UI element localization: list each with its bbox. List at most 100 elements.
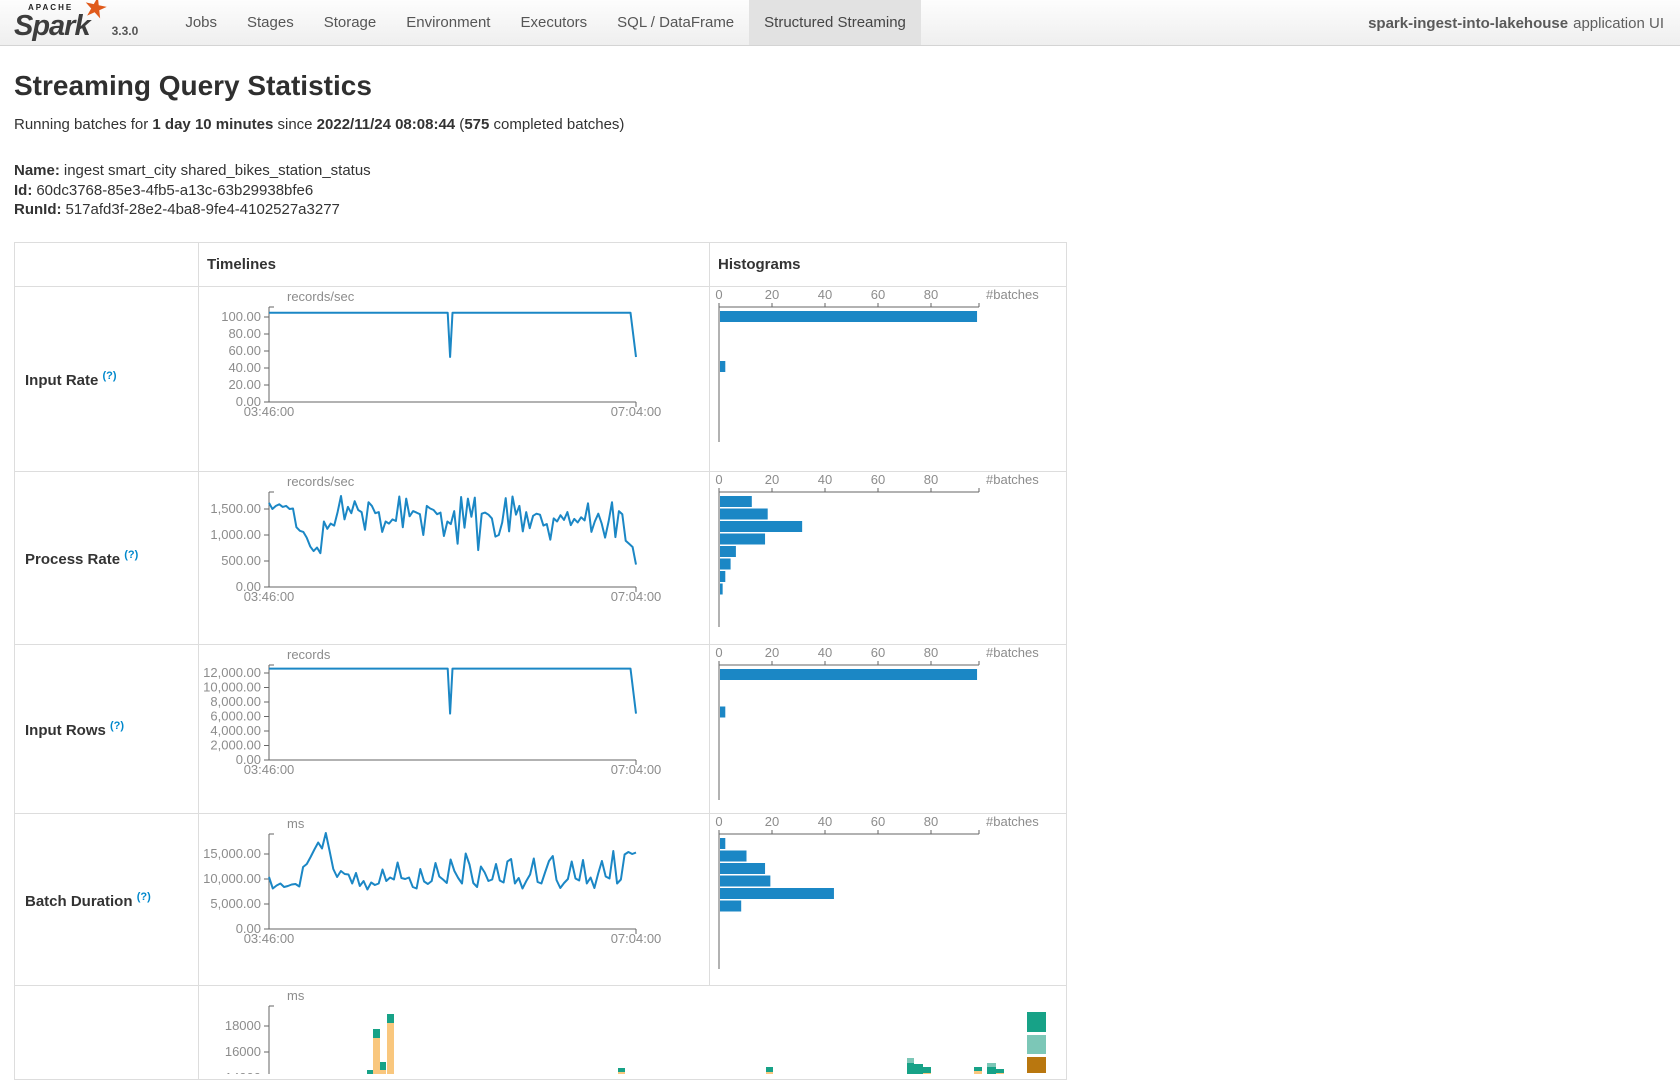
row-label-batch-duration: Batch Duration (?) <box>15 813 199 985</box>
svg-text:40.00: 40.00 <box>228 360 261 375</box>
row-label-input-rate: Input Rate (?) <box>15 286 199 471</box>
svg-text:03:46:00: 03:46:00 <box>244 931 295 946</box>
svg-text:0: 0 <box>715 645 722 660</box>
help-link-input-rate[interactable]: (?) <box>103 370 117 382</box>
tab-label[interactable]: Executors <box>505 0 602 45</box>
tab-storage[interactable]: Storage <box>309 0 392 45</box>
row-label-input-rows: Input Rows (?) <box>15 644 199 813</box>
tab-label[interactable]: Environment <box>391 0 505 45</box>
svg-text:1,500.00: 1,500.00 <box>210 501 261 516</box>
svg-text:80: 80 <box>924 814 938 829</box>
svg-text:500.00: 500.00 <box>221 553 261 568</box>
input-rows-histogram-chart: 020406080#batches <box>710 645 1065 808</box>
svg-text:15,000.00: 15,000.00 <box>203 846 261 861</box>
help-link-input-rows[interactable]: (?) <box>110 720 124 732</box>
stats-row-input-rate: Input Rate (?) records/sec 100.00 80.00 60.0… <box>15 286 1067 471</box>
tab-label[interactable]: SQL / DataFrame <box>602 0 749 45</box>
svg-text:14000: 14000 <box>225 1070 261 1074</box>
svg-text:20: 20 <box>765 645 779 660</box>
svg-text:#batches: #batches <box>986 472 1039 487</box>
input-rate-timeline-chart: records/sec100.0080.0060.0040.0020.000.0… <box>199 287 708 466</box>
input-rows-timeline-cell: records12,000.0010,000.008,000.006,000.0… <box>199 644 710 813</box>
tab-label[interactable]: Storage <box>309 0 392 45</box>
stats-row-batch-duration: Batch Duration (?)ms15,000.0010,000.005,… <box>15 813 1067 985</box>
tab-executors[interactable]: Executors <box>505 0 602 45</box>
help-link-batch-duration[interactable]: (?) <box>137 891 151 903</box>
tab-label[interactable]: Stages <box>232 0 309 45</box>
process-rate-timeline-chart: records/sec1,500.001,000.00500.000.0003:… <box>199 472 708 639</box>
header-timelines: Timelines <box>199 242 710 286</box>
svg-text:10,000.00: 10,000.00 <box>203 679 261 694</box>
top-navbar: APACHE Spark ★ 3.3.0 JobsStagesStorageEn… <box>0 0 1680 46</box>
svg-text:12,000.00: 12,000.00 <box>203 665 261 680</box>
svg-text:60: 60 <box>871 814 885 829</box>
tab-structured-streaming[interactable]: Structured Streaming <box>749 0 921 45</box>
svg-text:8,000.00: 8,000.00 <box>210 694 261 709</box>
svg-text:60: 60 <box>871 472 885 487</box>
svg-text:0: 0 <box>715 472 722 487</box>
svg-text:#batches: #batches <box>986 814 1039 829</box>
stats-row-process-rate: Process Rate (?)records/sec1,500.001,000… <box>15 471 1067 644</box>
svg-text:60: 60 <box>871 287 885 302</box>
svg-text:40: 40 <box>818 472 832 487</box>
svg-text:0: 0 <box>715 287 722 302</box>
svg-text:#batches: #batches <box>986 645 1039 660</box>
svg-text:#batches: #batches <box>986 287 1039 302</box>
process-rate-histogram-cell: 0 20 40 60 80 #batches <box>710 471 1067 644</box>
svg-text:80: 80 <box>924 472 938 487</box>
row-label-process-rate: Process Rate (?) <box>15 471 199 644</box>
name-label: Name: <box>14 162 60 179</box>
query-name-line: Name:ingest smart_city shared_bikes_stat… <box>14 161 1666 181</box>
svg-text:07:04:00: 07:04:00 <box>611 931 662 946</box>
batch-duration-timeline-chart: ms15,000.0010,000.005,000.000.0003:46:00… <box>199 814 708 980</box>
query-id-line: Id:60dc3768-85e3-4fb5-a13c-63b29938bfe6 <box>14 181 1666 201</box>
svg-text:16000: 16000 <box>225 1044 261 1059</box>
tab-label[interactable]: Jobs <box>170 0 232 45</box>
spark-label: Spark <box>14 12 90 41</box>
svg-text:80: 80 <box>924 287 938 302</box>
input-rate-histogram-cell: 0 20 40 60 80 #batches <box>710 286 1067 471</box>
batch-duration-timeline-cell: ms15,000.0010,000.005,000.000.0003:46:00… <box>199 813 710 985</box>
spark-logo[interactable]: APACHE Spark ★ 3.3.0 <box>0 0 152 45</box>
batch-duration-histogram-cell: 020406080#batches <box>710 813 1067 985</box>
running-suffix: completed batches) <box>489 116 624 133</box>
svg-text:100.00: 100.00 <box>221 309 261 324</box>
tab-stages[interactable]: Stages <box>232 0 309 45</box>
running-paren: ( <box>455 116 464 133</box>
spark-star-icon: ★ <box>80 0 110 24</box>
spark-wordmark: APACHE Spark ★ <box>14 4 90 41</box>
running-mid: since <box>273 116 316 133</box>
batch-duration-histogram-chart: 020406080#batches <box>710 814 1065 980</box>
stats-row-input-rows: Input Rows (?) records 12,000.0010,000.008… <box>15 644 1067 813</box>
svg-text:20: 20 <box>765 814 779 829</box>
query-runid-line: RunId:517afd3f-28e2-4ba8-9fe4-4102527a32… <box>14 200 1666 220</box>
svg-text:60.00: 60.00 <box>228 343 261 358</box>
tab-jobs[interactable]: Jobs <box>170 0 232 45</box>
nav-tabs: JobsStagesStorageEnvironmentExecutorsSQL… <box>170 0 921 45</box>
tab-label[interactable]: Structured Streaming <box>749 0 921 45</box>
svg-text:07:04:00: 07:04:00 <box>611 404 662 419</box>
process-rate-histogram-chart: 0 20 40 60 80 #batches <box>710 472 1065 639</box>
app-suffix: application UI <box>1573 15 1664 32</box>
svg-text:07:04:00: 07:04:00 <box>611 589 662 604</box>
running-prefix: Running batches for <box>14 116 152 133</box>
svg-text:80.00: 80.00 <box>228 326 261 341</box>
svg-text:0: 0 <box>715 814 722 829</box>
input-rows-timeline-chart: records12,000.0010,000.008,000.006,000.0… <box>199 645 708 808</box>
svg-text:ms: ms <box>287 816 305 831</box>
page-title: Streaming Query Statistics <box>14 70 1666 102</box>
svg-text:records: records <box>287 647 331 662</box>
tab-environment[interactable]: Environment <box>391 0 505 45</box>
svg-text:03:46:00: 03:46:00 <box>244 762 295 777</box>
tab-sql-dataframe[interactable]: SQL / DataFrame <box>602 0 749 45</box>
svg-text:18000: 18000 <box>225 1018 261 1033</box>
row-label-operation-duration <box>15 985 199 1079</box>
svg-text:records/sec: records/sec <box>287 289 355 304</box>
svg-text:4,000.00: 4,000.00 <box>210 723 261 738</box>
svg-text:20: 20 <box>765 287 779 302</box>
svg-text:40: 40 <box>818 287 832 302</box>
svg-text:1,000.00: 1,000.00 <box>210 527 261 542</box>
svg-text:20: 20 <box>765 472 779 487</box>
svg-text:ms: ms <box>287 988 305 1003</box>
help-link-process-rate[interactable]: (?) <box>124 549 138 561</box>
